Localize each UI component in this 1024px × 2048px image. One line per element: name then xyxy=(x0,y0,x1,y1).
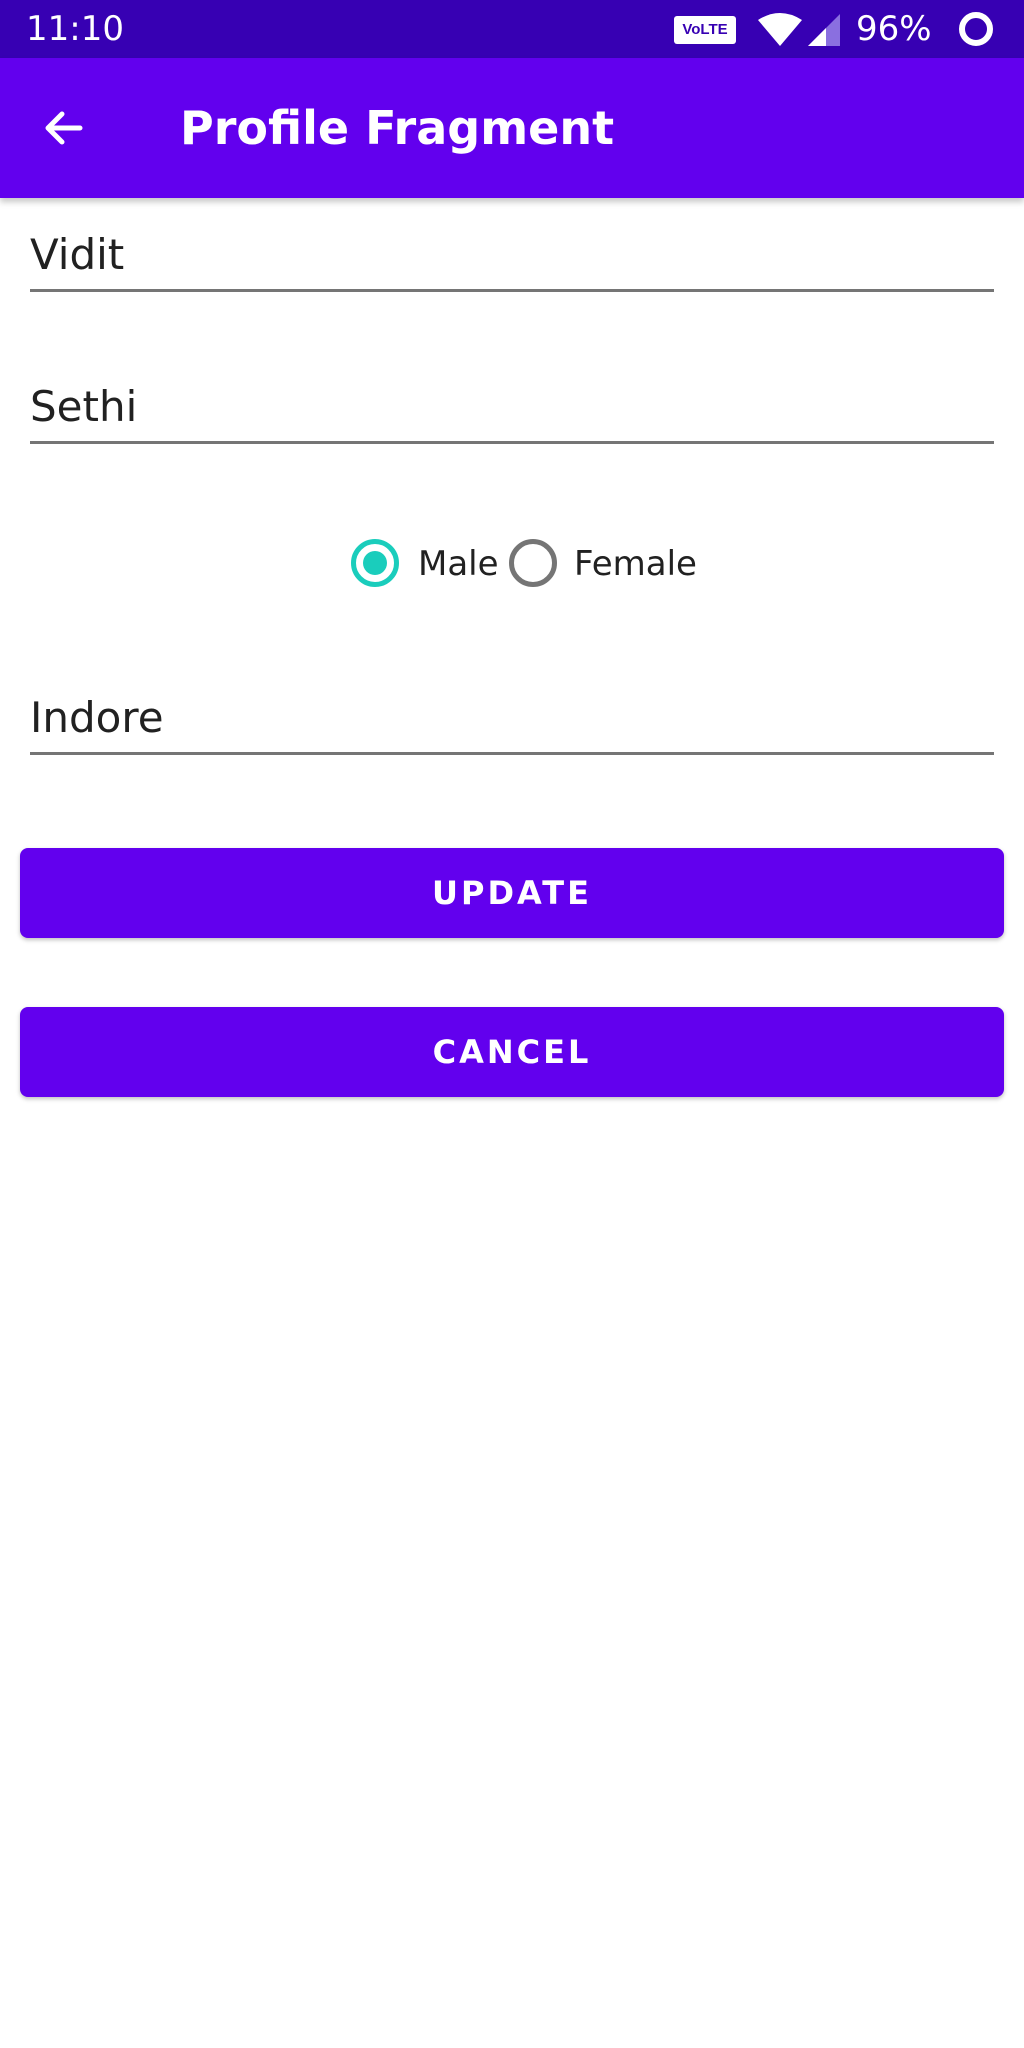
update-button[interactable]: UPDATE xyxy=(20,848,1004,938)
page-title: Profile Fragment xyxy=(180,101,615,155)
battery-percent: 96% xyxy=(856,9,932,49)
radio-option-male[interactable]: Male xyxy=(350,535,499,591)
last-name-field[interactable] xyxy=(30,374,994,444)
radio-label-female: Female xyxy=(574,544,697,584)
wifi-icon xyxy=(758,13,802,46)
app-bar: Profile Fragment xyxy=(0,58,1024,198)
first-name-field[interactable] xyxy=(30,222,994,292)
first-name-underline xyxy=(30,289,994,292)
screen: 11:10 VoLTE 96% Profile Fragment Vidit S… xyxy=(0,0,1024,2048)
city-field[interactable] xyxy=(30,685,994,755)
first-name-input[interactable] xyxy=(30,222,994,286)
arrow-left-icon[interactable] xyxy=(40,104,88,152)
last-name-underline xyxy=(30,441,994,444)
city-underline xyxy=(30,752,994,755)
status-time: 11:10 xyxy=(26,9,124,49)
radio-option-female[interactable]: Female xyxy=(508,535,708,591)
status-bar: 11:10 VoLTE 96% xyxy=(0,0,1024,58)
radio-selected-icon[interactable] xyxy=(350,538,400,588)
last-name-input[interactable] xyxy=(30,374,994,438)
radio-label-male: Male xyxy=(418,544,499,584)
volte-icon: VoLTE xyxy=(674,16,736,44)
cancel-button[interactable]: CANCEL xyxy=(20,1007,1004,1097)
radio-unselected-icon[interactable] xyxy=(508,538,558,588)
battery-icon xyxy=(959,12,993,46)
signal-icon xyxy=(808,14,840,46)
city-input[interactable] xyxy=(30,685,994,749)
